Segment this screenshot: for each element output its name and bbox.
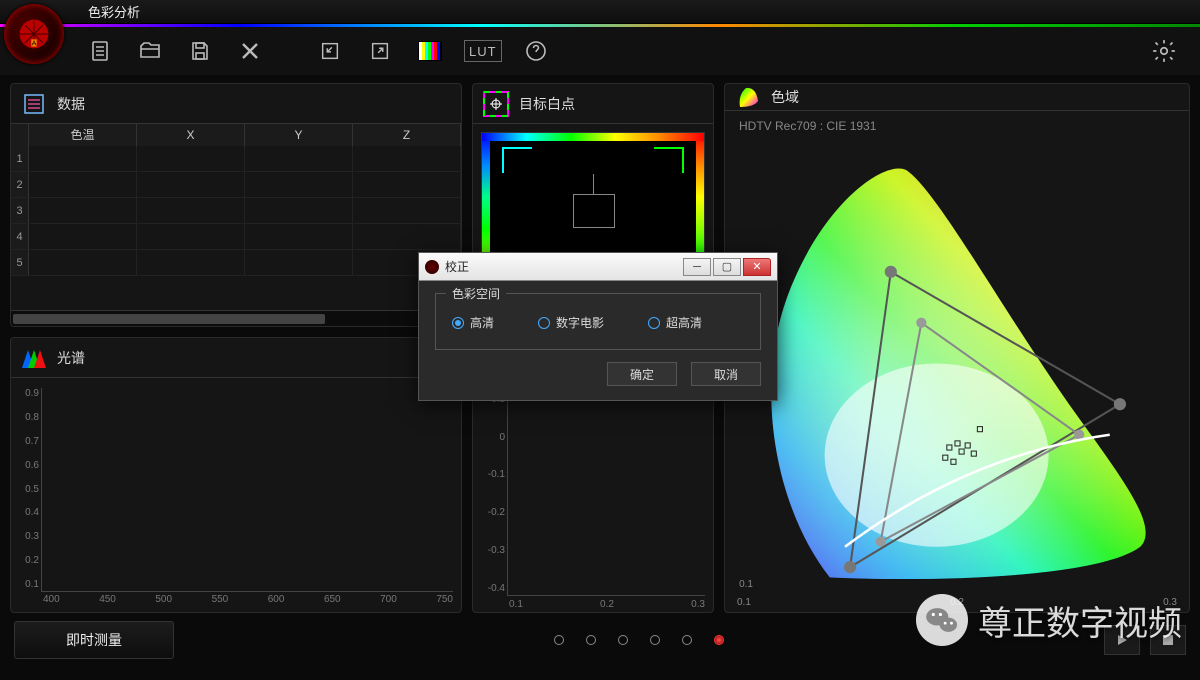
app-title: 色彩分析 xyxy=(88,2,140,21)
gamut-panel: 色域 HDTV Rec709 : CIE 1931 xyxy=(724,83,1190,613)
target-icon xyxy=(483,91,509,117)
radio-icon xyxy=(648,317,660,329)
col-color-temp: 色温 xyxy=(29,124,137,146)
spectrum-icon xyxy=(21,345,47,371)
col-z: Z xyxy=(353,124,461,146)
close-button[interactable] xyxy=(234,35,266,67)
logo-icon: A xyxy=(16,16,52,52)
data-table-body[interactable]: 1 2 3 4 5 xyxy=(11,146,461,310)
import-button[interactable] xyxy=(314,35,346,67)
dialog-titlebar[interactable]: 校正 ─ ▢ ✕ xyxy=(419,253,777,281)
dialog-close-button[interactable]: ✕ xyxy=(743,258,771,276)
radio-icon xyxy=(452,317,464,329)
svg-text:A: A xyxy=(32,39,37,48)
page-dot-3[interactable] xyxy=(618,635,628,645)
data-table-header: 色温 X Y Z xyxy=(11,124,461,146)
app-logo: A xyxy=(4,4,64,64)
color-space-legend: 色彩空间 xyxy=(446,285,506,302)
spectrum-chart[interactable]: 0.9 0.8 0.7 0.6 0.5 0.4 0.3 0.2 0.1 400 … xyxy=(11,378,461,612)
help-button[interactable] xyxy=(520,35,552,67)
lut-button[interactable]: LUT xyxy=(464,40,502,62)
color-bars-button[interactable] xyxy=(414,35,446,67)
col-x: X xyxy=(137,124,245,146)
data-h-scrollbar[interactable] xyxy=(11,310,461,326)
page-dot-5[interactable] xyxy=(682,635,692,645)
gamut-icon xyxy=(735,84,761,110)
color-space-group: 色彩空间 高清 数字电影 超高清 xyxy=(435,293,761,350)
stop-button[interactable] xyxy=(1150,625,1186,655)
dialog-minimize-button[interactable]: ─ xyxy=(683,258,711,276)
settings-button[interactable] xyxy=(1148,35,1180,67)
new-file-button[interactable] xyxy=(84,35,116,67)
radio-dcinema[interactable]: 数字电影 xyxy=(538,314,604,331)
data-panel-title: 数据 xyxy=(57,94,85,114)
gamut-panel-title: 色域 xyxy=(771,87,799,107)
radio-hd[interactable]: 高清 xyxy=(452,314,494,331)
col-y: Y xyxy=(245,124,353,146)
toolbar: LUT xyxy=(0,27,1200,75)
page-dot-2[interactable] xyxy=(586,635,596,645)
title-bar: A 色彩分析 xyxy=(0,0,1200,24)
radio-uhd[interactable]: 超高清 xyxy=(648,314,702,331)
data-panel: 数据 色温 X Y Z 1 2 3 4 5 xyxy=(10,83,462,327)
open-file-button[interactable] xyxy=(134,35,166,67)
dialog-title: 校正 xyxy=(445,258,469,275)
radio-icon xyxy=(538,317,550,329)
gamut-chart[interactable]: 0.1 0.1 0.2 0.3 xyxy=(733,137,1181,610)
spectrum-panel-title: 光谱 xyxy=(57,348,85,368)
dialog-cancel-button[interactable]: 取消 xyxy=(691,362,761,386)
play-button[interactable] xyxy=(1104,625,1140,655)
dialog-maximize-button[interactable]: ▢ xyxy=(713,258,741,276)
target-preview[interactable] xyxy=(481,132,705,262)
page-dot-1[interactable] xyxy=(554,635,564,645)
page-dot-6[interactable] xyxy=(714,635,724,645)
bottom-bar: 即时测量 xyxy=(0,613,1200,667)
page-indicator xyxy=(554,635,724,645)
gamut-subtitle: HDTV Rec709 : CIE 1931 xyxy=(725,111,1189,133)
dialog-ok-button[interactable]: 确定 xyxy=(607,362,677,386)
dialog-app-icon xyxy=(425,260,439,274)
page-dot-4[interactable] xyxy=(650,635,660,645)
export-button[interactable] xyxy=(364,35,396,67)
target-white-title: 目标白点 xyxy=(519,94,575,114)
spectrum-panel: 光谱 0.9 0.8 0.7 0.6 0.5 0.4 0.3 0.2 0.1 4… xyxy=(10,337,462,613)
calibration-dialog: 校正 ─ ▢ ✕ 色彩空间 高清 数字电影 超高清 xyxy=(418,252,778,401)
measure-button[interactable]: 即时测量 xyxy=(14,621,174,659)
save-button[interactable] xyxy=(184,35,216,67)
data-icon xyxy=(21,91,47,117)
